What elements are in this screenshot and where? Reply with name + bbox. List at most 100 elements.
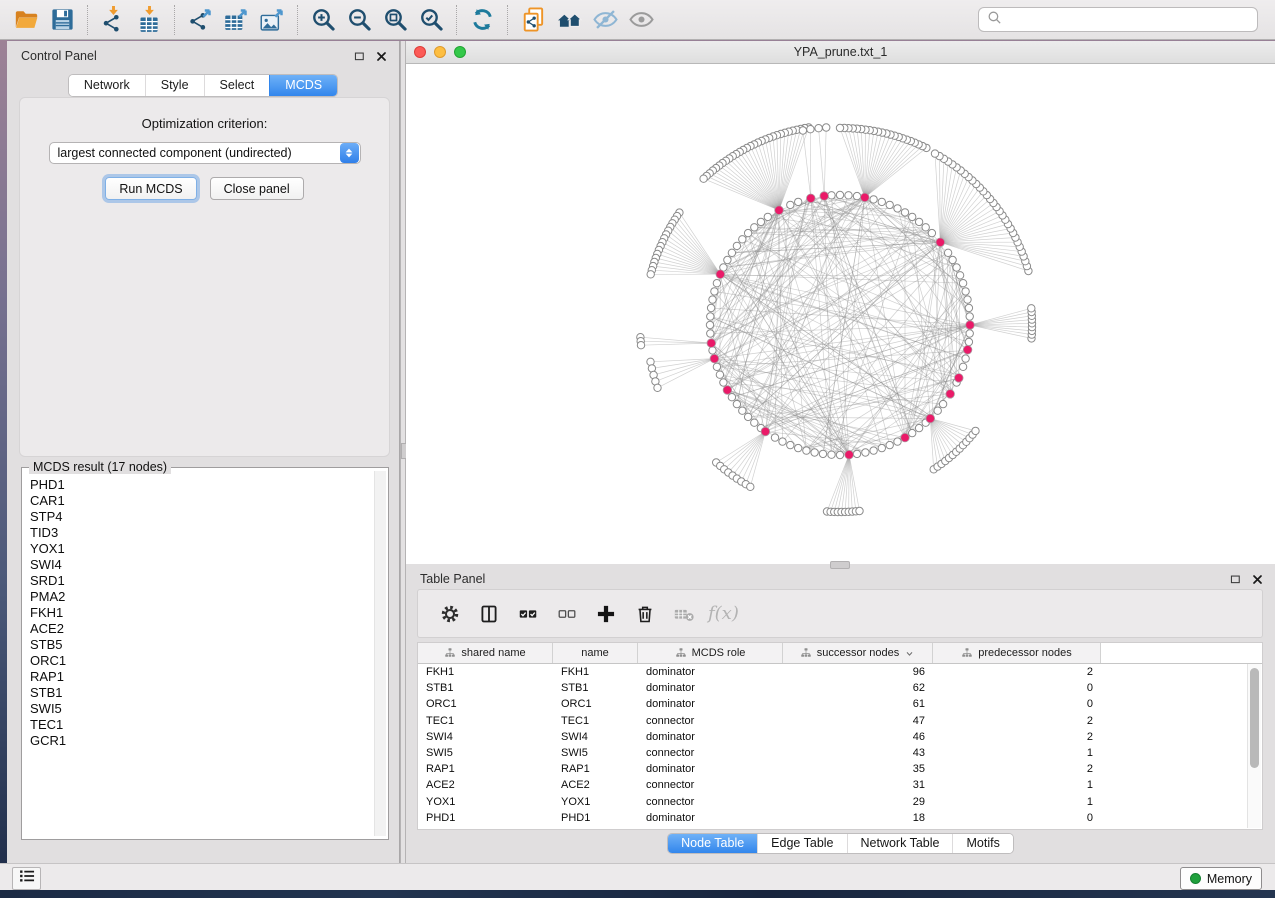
mcds-result-node[interactable]: STP4 [22, 509, 374, 525]
zoom-selected-button[interactable] [413, 4, 449, 36]
mcds-result-node[interactable]: STB1 [22, 685, 374, 701]
horizontal-splitter-grip[interactable] [830, 561, 850, 569]
mcds-result-node[interactable]: SWI5 [22, 701, 374, 717]
search-icon [986, 9, 1003, 26]
function-builder-button[interactable]: f(x) [708, 603, 739, 624]
column-label: MCDS role [692, 647, 746, 659]
tab-motifs[interactable]: Motifs [952, 834, 1012, 853]
table-row[interactable]: STB1STB1dominator620 [418, 680, 1262, 696]
mcds-result-node[interactable]: SWI4 [22, 557, 374, 573]
mcds-result-node[interactable]: STB5 [22, 637, 374, 653]
mcds-result-node[interactable]: FKH1 [22, 605, 374, 621]
tab-edge-table[interactable]: Edge Table [757, 834, 846, 853]
column-label: name [581, 647, 609, 659]
import-network-button[interactable] [95, 4, 131, 36]
show-all-icon [628, 6, 655, 33]
cell: 2 [933, 715, 1101, 727]
zoom-out-button[interactable] [341, 4, 377, 36]
import-table-button[interactable] [131, 4, 167, 36]
refresh-button[interactable] [464, 4, 500, 36]
trash-button[interactable] [630, 599, 660, 629]
first-neighbors-button[interactable] [551, 4, 587, 36]
table-row[interactable]: TEC1TEC1connector472 [418, 713, 1262, 729]
control-panel-title: Control Panel [21, 49, 97, 63]
column-header-successor-nodes[interactable]: successor nodes [783, 643, 933, 663]
cell: 31 [783, 779, 933, 791]
cell: SWI4 [418, 731, 553, 743]
run-mcds-button[interactable]: Run MCDS [105, 177, 196, 200]
mcds-result-node[interactable]: PMA2 [22, 589, 374, 605]
memory-status-icon [1190, 873, 1201, 884]
mcds-result-node[interactable]: SRD1 [22, 573, 374, 589]
export-image-button[interactable] [254, 4, 290, 36]
table-row[interactable]: SWI5SWI5connector431 [418, 745, 1262, 761]
zoom-in-button[interactable] [305, 4, 341, 36]
close-panel-button[interactable]: Close panel [210, 177, 304, 200]
table-row[interactable]: PHD1PHD1dominator180 [418, 810, 1262, 826]
mcds-result-node[interactable]: CAR1 [22, 493, 374, 509]
mcds-result-node[interactable]: TID3 [22, 525, 374, 541]
table-row[interactable]: ORC1ORC1dominator610 [418, 696, 1262, 712]
float-icon[interactable] [352, 49, 367, 69]
mcds-result-node[interactable]: RAP1 [22, 669, 374, 685]
cell: 29 [783, 796, 933, 808]
cell: 47 [783, 715, 933, 727]
network-canvas[interactable] [406, 64, 1275, 564]
duplicate-network-button[interactable] [515, 4, 551, 36]
tab-node-table[interactable]: Node Table [668, 834, 757, 853]
export-network-button[interactable] [182, 4, 218, 36]
tab-style[interactable]: Style [145, 75, 204, 96]
column-header-MCDS-role[interactable]: MCDS role [638, 643, 783, 663]
export-table-button[interactable] [218, 4, 254, 36]
mcds-result-scrollbar[interactable] [374, 471, 386, 836]
column-header-predecessor-nodes[interactable]: predecessor nodes [933, 643, 1101, 663]
sitemap-icon [444, 647, 456, 659]
network-graph[interactable] [406, 64, 1275, 564]
list-status-icon [18, 867, 36, 885]
zoom-fit-button[interactable] [377, 4, 413, 36]
mcds-result-node[interactable]: ACE2 [22, 621, 374, 637]
table-row[interactable]: SWI4SWI4dominator462 [418, 729, 1262, 745]
plus-button[interactable] [591, 599, 621, 629]
table-scrollbar[interactable] [1247, 664, 1261, 828]
mcds-result-node[interactable]: TEC1 [22, 717, 374, 733]
show-all-button[interactable] [623, 4, 659, 36]
mcds-result-node[interactable]: ORC1 [22, 653, 374, 669]
column-label: shared name [461, 647, 525, 659]
gear-button[interactable] [435, 599, 465, 629]
tab-network-table[interactable]: Network Table [847, 834, 953, 853]
cell: 2 [933, 763, 1101, 775]
close-icon[interactable] [374, 49, 389, 69]
tab-select[interactable]: Select [204, 75, 270, 96]
cell: 96 [783, 666, 933, 678]
cell: 0 [933, 698, 1101, 710]
table-scrollbar-thumb[interactable] [1250, 668, 1259, 768]
hide-selected-button[interactable] [587, 4, 623, 36]
table-row[interactable]: FKH1FKH1dominator962 [418, 664, 1262, 680]
tab-network[interactable]: Network [69, 75, 145, 96]
cell: RAP1 [553, 763, 638, 775]
table-row[interactable]: YOX1YOX1connector291 [418, 794, 1262, 810]
table-row[interactable]: RAP1RAP1dominator352 [418, 761, 1262, 777]
save-button[interactable] [44, 4, 80, 36]
table-clear-button[interactable] [669, 599, 699, 629]
toolbar-separator [507, 5, 508, 35]
column-header-name[interactable]: name [553, 643, 638, 663]
task-history-button[interactable] [12, 867, 41, 890]
first-neighbors-icon [556, 6, 583, 33]
sitemap-icon [800, 647, 812, 659]
table-row[interactable]: ACE2ACE2connector311 [418, 777, 1262, 793]
memory-button[interactable]: Memory [1180, 867, 1262, 890]
columns-button[interactable] [474, 599, 504, 629]
cb-checked-button[interactable] [513, 599, 543, 629]
cb-unchecked-button[interactable] [552, 599, 582, 629]
refresh-icon [469, 6, 496, 33]
tab-mcds[interactable]: MCDS [269, 75, 337, 96]
mcds-result-node[interactable]: PHD1 [22, 477, 374, 493]
mcds-result-node[interactable]: YOX1 [22, 541, 374, 557]
mcds-result-node[interactable]: GCR1 [22, 733, 374, 749]
column-header-shared-name[interactable]: shared name [418, 643, 553, 663]
search-input[interactable] [1007, 9, 1257, 31]
criterion-select[interactable]: largest connected component (undirected) [49, 142, 361, 164]
open-folder-button[interactable] [8, 4, 44, 36]
